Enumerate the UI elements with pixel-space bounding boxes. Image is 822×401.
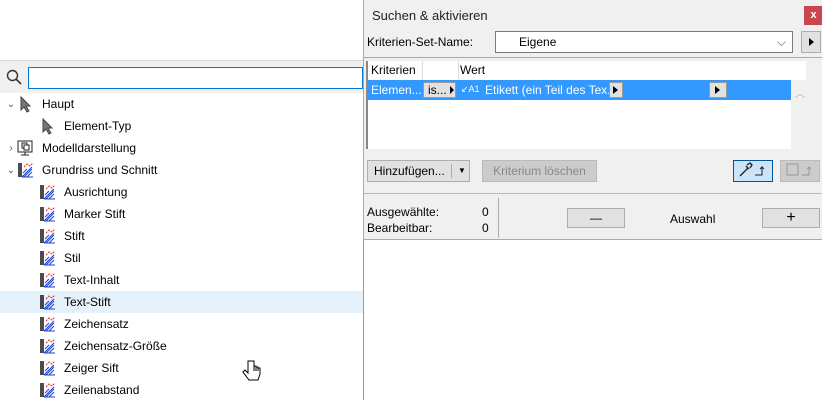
- set-menu-button[interactable]: [801, 31, 821, 53]
- chevron-right-icon[interactable]: ›: [6, 143, 16, 154]
- tree-item[interactable]: Stil: [0, 247, 363, 269]
- operator-button[interactable]: is...: [423, 82, 456, 98]
- arrow-cursor-icon: [42, 117, 54, 135]
- column-header-criteria: Kriterien: [371, 63, 416, 77]
- tree-item-label: Text-Stift: [64, 295, 111, 309]
- editable-count: 0: [482, 221, 489, 235]
- model-display-icon: [17, 140, 33, 156]
- tree-item[interactable]: ⌄ Haupt: [0, 93, 363, 115]
- hand-cursor-icon: [242, 360, 261, 381]
- floorplan-section-icon: [18, 162, 34, 178]
- tree-item[interactable]: Zeichensatz-Größe: [0, 335, 363, 357]
- floorplan-section-icon: [40, 272, 56, 288]
- criteria-tree-panel: ⌄ Haupt Element-Typ › Modelldarstellung ⌄ Grun…: [0, 60, 364, 400]
- editable-label: Bearbeitbar:: [367, 221, 433, 235]
- tree-item[interactable]: Text-Inhalt: [0, 269, 363, 291]
- floorplan-section-icon: [40, 206, 56, 222]
- floorplan-section-icon: [40, 338, 56, 354]
- scrollbar[interactable]: ︿: [791, 80, 809, 149]
- tree-item[interactable]: › Modelldarstellung: [0, 137, 363, 159]
- tree-item[interactable]: ⌄ Grundriss und Schnitt: [0, 159, 363, 181]
- floorplan-section-icon: [40, 360, 56, 376]
- tree-item[interactable]: Marker Stift: [0, 203, 363, 225]
- set-name-dropdown[interactable]: Eigene ⌵: [495, 31, 793, 53]
- criteria-table: Kriterien Wert Elemen... is... ↙A1 Etike…: [366, 61, 809, 149]
- tree-item-label: Stil: [64, 251, 81, 265]
- value-cell: Etikett (ein Teil des Tex...: [485, 83, 618, 97]
- arrow-cursor-icon: [20, 95, 32, 113]
- tree-item[interactable]: Ausrichtung: [0, 181, 363, 203]
- search-icon: [6, 69, 22, 85]
- tree-item-label: Stift: [64, 229, 85, 243]
- label-type-icon: ↙A1: [461, 84, 480, 94]
- tree-item-label: Ausrichtung: [64, 185, 128, 199]
- dialog-title: Suchen & aktivieren: [372, 8, 488, 23]
- find-select-dialog: Suchen & aktivieren x Kriterien-Set-Name…: [363, 0, 822, 240]
- tree-item-label: Zeichensatz: [64, 317, 129, 331]
- tree-item[interactable]: Zeilenabstand: [0, 379, 363, 401]
- selection-label: Auswahl: [670, 212, 716, 226]
- search-bar: [0, 61, 363, 93]
- floorplan-section-icon: [40, 316, 56, 332]
- tree-item-label: Zeiger Sift: [64, 361, 119, 375]
- marquee-icon: [786, 163, 812, 176]
- tree-item-label: Grundriss und Schnitt: [42, 163, 158, 177]
- remove-selection-button[interactable]: —: [567, 208, 625, 228]
- tree-item-label: Zeichensatz-Größe: [64, 339, 167, 353]
- close-button[interactable]: x: [804, 6, 822, 25]
- add-button[interactable]: Hinzufügen... ▼: [367, 160, 470, 182]
- marquee-button[interactable]: [780, 160, 820, 182]
- value-menu-button[interactable]: [609, 82, 623, 98]
- tree-item[interactable]: Text-Stift: [0, 291, 363, 313]
- tree-item-label: Element-Typ: [64, 119, 132, 133]
- play-arrow-icon: [808, 38, 814, 46]
- tree-item[interactable]: Stift: [0, 225, 363, 247]
- tree-item[interactable]: Element-Typ: [0, 115, 363, 137]
- chevron-down-icon: ⌵: [776, 35, 786, 49]
- floorplan-section-icon: [40, 294, 56, 310]
- table-row[interactable]: Elemen... is... ↙A1 Etikett (ein Teil de…: [368, 80, 807, 100]
- chevron-down-icon[interactable]: ⌄: [6, 99, 16, 110]
- add-selection-button[interactable]: +: [762, 208, 820, 228]
- column-header-value: Wert: [460, 63, 486, 77]
- set-name-label: Kriterien-Set-Name:: [367, 35, 474, 49]
- dropdown-arrow-icon: ▼: [458, 166, 466, 175]
- search-input[interactable]: [28, 67, 363, 89]
- tree-item-label: Zeilenabstand: [64, 383, 140, 397]
- floorplan-section-icon: [40, 228, 56, 244]
- pick-parameters-button[interactable]: [733, 160, 773, 182]
- floorplan-section-icon: [40, 250, 56, 266]
- tree-item-label: Modelldarstellung: [42, 141, 137, 155]
- eyedropper-icon: [739, 162, 765, 177]
- tree-item-label: Marker Stift: [64, 207, 126, 221]
- selected-count: 0: [482, 205, 489, 219]
- chevron-down-icon[interactable]: ⌄: [6, 165, 16, 176]
- floorplan-section-icon: [40, 184, 56, 200]
- selected-label: Ausgewählte:: [367, 205, 440, 219]
- tree-item-label: Text-Inhalt: [64, 273, 120, 287]
- set-name-value: Eigene: [519, 35, 557, 49]
- tree-item[interactable]: Zeichensatz: [0, 313, 363, 335]
- tree-item[interactable]: Zeiger Sift: [0, 357, 363, 379]
- delete-criterion-button[interactable]: Kriterium löschen: [482, 160, 597, 182]
- criterion-cell: Elemen...: [371, 83, 422, 97]
- row-menu-button[interactable]: [709, 82, 727, 98]
- floorplan-section-icon: [40, 382, 56, 398]
- tree-item-label: Haupt: [42, 97, 75, 111]
